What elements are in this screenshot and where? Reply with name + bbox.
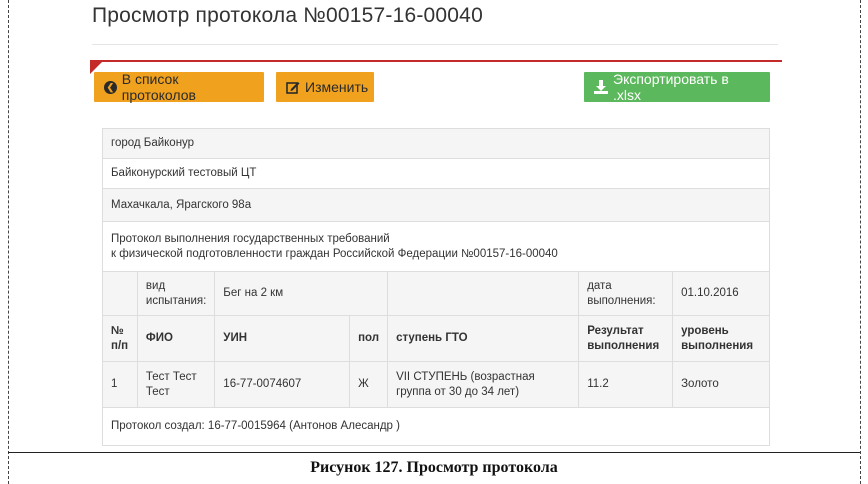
row-result: 11.2 bbox=[578, 361, 674, 408]
column-header: ступень ГТО bbox=[387, 315, 580, 362]
address-row: Махачкала, Ярагского 98а bbox=[102, 188, 770, 222]
column-header: ФИО bbox=[136, 315, 216, 362]
empty-cell bbox=[387, 271, 580, 316]
protocol-table: город Байконур Байконурский тестовый ЦТ … bbox=[102, 128, 770, 446]
download-icon bbox=[594, 80, 608, 94]
address-cell: Махачкала, Ярагского 98а bbox=[102, 188, 770, 222]
row-fio: Тест Тест Тест bbox=[136, 361, 216, 408]
column-header: УИН bbox=[214, 315, 351, 362]
creator-row: Протокол создал: 16-77-0015964 (Антонов … bbox=[102, 407, 770, 446]
protocol-title-line2: к физической подготовленности граждан Ро… bbox=[111, 247, 558, 260]
frame-border-left bbox=[8, 0, 9, 484]
column-header: № п/п bbox=[102, 315, 138, 362]
screenshot-area: Просмотр протокола №00157-16-00040 ❮ В с… bbox=[80, 0, 790, 452]
row-uin: 16-77-0074607 bbox=[214, 361, 351, 408]
edit-icon bbox=[286, 80, 300, 94]
back-to-list-button[interactable]: ❮ В список протоколов bbox=[94, 71, 264, 103]
test-kind-value: Бег на 2 км bbox=[214, 271, 389, 316]
row-sex: Ж bbox=[349, 361, 389, 408]
city-row: город Байконур bbox=[102, 128, 770, 159]
column-header: Результат выполнения bbox=[578, 315, 674, 362]
center-cell: Байконурский тестовый ЦТ bbox=[102, 158, 770, 189]
protocol-title-line1: Протокол выполнения государственных треб… bbox=[111, 232, 390, 245]
column-header: уровень выполнения bbox=[672, 315, 770, 362]
row-stage: VII СТУПЕНЬ (возрастная группа от 30 до … bbox=[387, 361, 580, 408]
title-divider bbox=[92, 44, 778, 45]
edit-button[interactable]: Изменить bbox=[276, 72, 374, 102]
results-header-row: № п/п ФИО УИН пол ступень ГТО Результат … bbox=[102, 315, 770, 362]
export-xlsx-label: Экспортировать в .xlsx bbox=[613, 71, 729, 103]
center-row: Байконурский тестовый ЦТ bbox=[102, 158, 770, 189]
column-header: пол bbox=[349, 315, 389, 362]
date-label: дата выполнения: bbox=[578, 271, 674, 316]
protocol-title-cell: Протокол выполнения государственных треб… bbox=[102, 221, 770, 272]
figure-caption: Рисунок 127. Просмотр протокола bbox=[310, 459, 558, 476]
protocol-title-row: Протокол выполнения государственных треб… bbox=[102, 221, 770, 272]
page-title: Просмотр протокола №00157-16-00040 bbox=[92, 4, 483, 27]
export-xlsx-button[interactable]: Экспортировать в .xlsx bbox=[584, 71, 770, 103]
test-kind-label: вид испытания: bbox=[136, 271, 216, 316]
empty-cell bbox=[102, 271, 138, 316]
table-row: 1 Тест Тест Тест 16-77-0074607 Ж VII СТУ… bbox=[102, 361, 770, 408]
back-to-list-label: В список протоколов bbox=[121, 71, 196, 103]
test-info-row: вид испытания: Бег на 2 км дата выполнен… bbox=[102, 271, 770, 316]
edit-label: Изменить bbox=[305, 79, 369, 95]
city-cell: город Байконур bbox=[102, 128, 770, 159]
circle-arrow-left-icon: ❮ bbox=[104, 80, 117, 94]
frame-border-right bbox=[860, 0, 861, 484]
date-value: 01.10.2016 bbox=[672, 271, 770, 316]
row-level: Золото bbox=[672, 361, 770, 408]
row-number: 1 bbox=[102, 361, 138, 408]
creator-cell: Протокол создал: 16-77-0015964 (Антонов … bbox=[102, 407, 770, 446]
figure-frame: Просмотр протокола №00157-16-00040 ❮ В с… bbox=[0, 0, 868, 484]
